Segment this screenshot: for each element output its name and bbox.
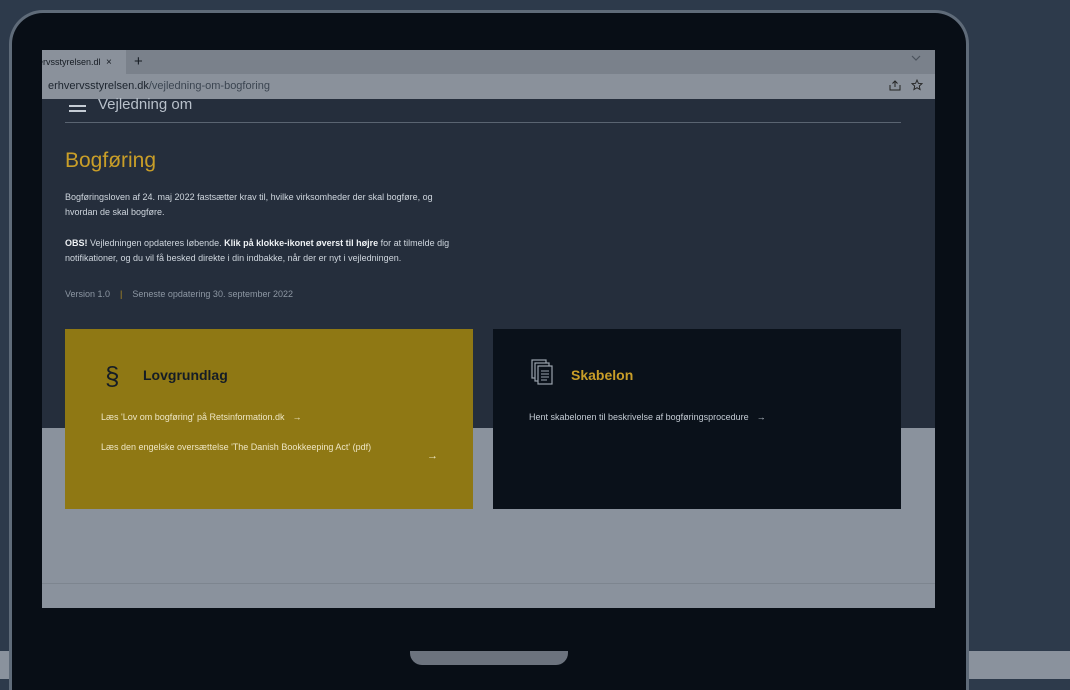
meta-separator: |: [120, 289, 123, 299]
menu-title: Vejledning om: [98, 96, 193, 113]
chevron-down-icon[interactable]: [911, 54, 921, 65]
url-domain: erhvervsstyrelsen.dk: [48, 80, 149, 92]
notice-label: OBS!: [65, 238, 88, 248]
tab-title: ervsstyrelsen.dk: [42, 57, 100, 67]
url-text[interactable]: erhvervsstyrelsen.dk/vejledning-om-bogfo…: [48, 80, 270, 92]
link-lov-om-bogforing[interactable]: Læs 'Lov om bogføring' på Retsinformatio…: [101, 412, 302, 422]
version-label: Version 1.0: [65, 289, 111, 299]
web-page: Vejledning om Bogføring Bogføringsloven …: [42, 96, 935, 608]
page-title: Bogføring: [65, 149, 157, 172]
new-tab-icon[interactable]: +: [134, 53, 143, 70]
hamburger-menu-icon[interactable]: [69, 105, 86, 114]
footer-divider: [42, 583, 935, 584]
intro-text: Bogføringsloven af 24. maj 2022 fastsætt…: [65, 192, 433, 217]
skabelon-card: Skabelon Hent skabelonen til beskrivelse…: [493, 329, 901, 509]
paragraph-icon: §: [105, 361, 120, 391]
laptop-screen: ervsstyrelsen.dk × + erhvervsstyrelsen.d…: [42, 50, 935, 608]
url-path: /vejledning-om-bogforing: [148, 80, 270, 92]
card-title-lovgrundlag: Lovgrundlag: [143, 367, 228, 383]
version-meta: Version 1.0 | Seneste opdatering 30. septe…: [65, 289, 293, 299]
link-danish-bookkeeping-act[interactable]: Læs den engelske oversættelse 'The Danis…: [101, 440, 401, 455]
tab-close-icon[interactable]: ×: [106, 57, 112, 68]
laptop-notch: [410, 651, 568, 665]
lovgrundlag-card: § Lovgrundlag Læs 'Lov om bogføring' på …: [65, 329, 473, 509]
browser-tab[interactable]: ervsstyrelsen.dk ×: [42, 50, 126, 74]
arrow-right-icon: →: [756, 412, 766, 422]
document-stack-icon: [531, 359, 553, 385]
link-hent-skabelon[interactable]: Hent skabelonen til beskrivelse af bogfø…: [529, 412, 766, 422]
notice-bold: Klik på klokke-ikonet øverst til højre: [224, 238, 379, 248]
arrow-right-icon: →: [292, 412, 302, 422]
last-updated: Seneste opdatering 30. september 2022: [132, 289, 293, 299]
bookmark-star-icon[interactable]: [910, 78, 924, 94]
browser-tab-bar: ervsstyrelsen.dk × +: [42, 50, 935, 74]
notice-text: OBS! Vejledningen opdateres løbende. Kli…: [65, 238, 450, 263]
share-icon[interactable]: [889, 80, 901, 94]
card-title-skabelon: Skabelon: [571, 367, 634, 383]
divider: [65, 122, 901, 123]
arrow-right-icon[interactable]: →: [427, 450, 438, 462]
